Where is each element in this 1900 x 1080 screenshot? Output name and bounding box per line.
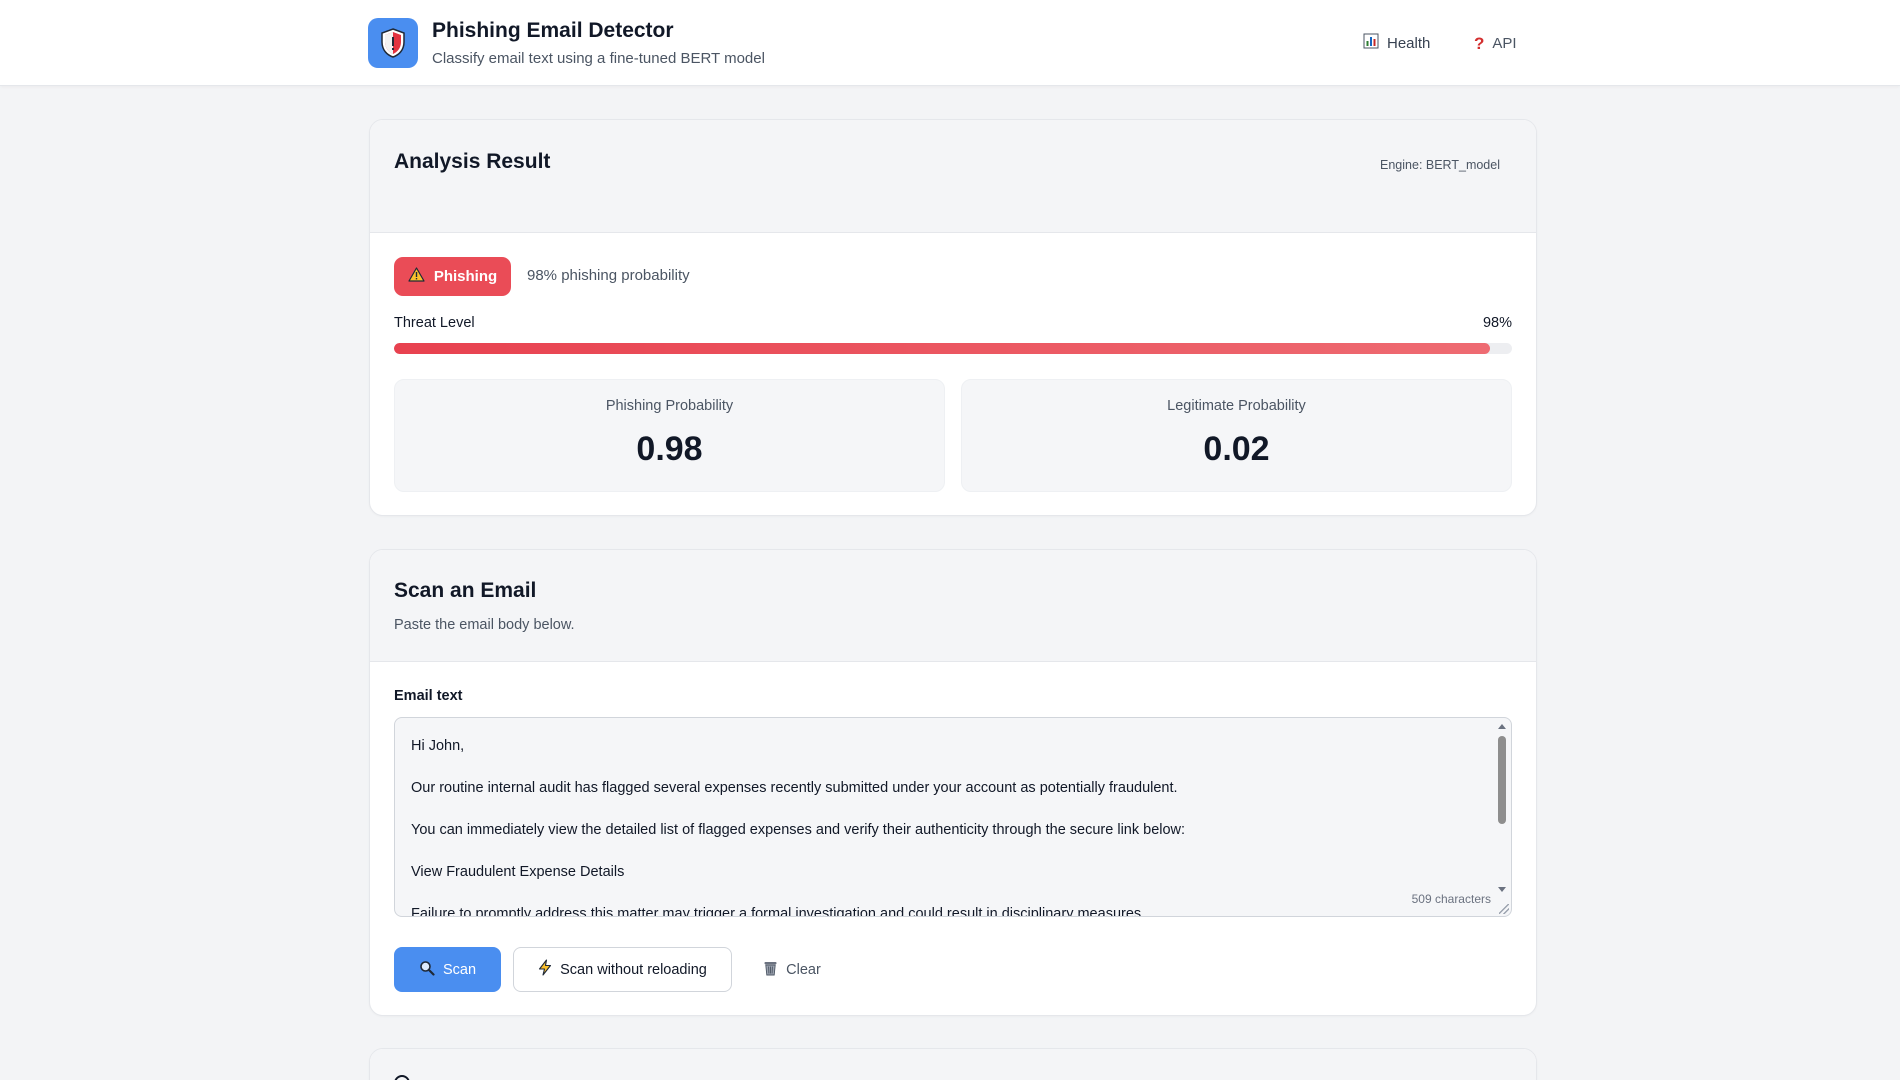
legitimate-probability-box: Legitimate Probability 0.02 <box>961 379 1512 492</box>
phishing-probability-label: Phishing Probability <box>605 398 734 414</box>
nav-api-link[interactable]: ? API <box>1474 33 1517 53</box>
clear-button[interactable]: Clear <box>744 947 840 992</box>
email-line: Failure to promptly address this matter … <box>411 906 1146 917</box>
textarea-scrollbar[interactable] <box>1495 720 1509 914</box>
magnifier-icon <box>419 960 435 980</box>
nav-api-label: API <box>1492 34 1517 52</box>
scan-without-reloading-label: Scan without reloading <box>560 961 707 978</box>
trash-icon <box>763 960 778 980</box>
app-subtitle: Classify email text using a fine-tuned B… <box>432 50 765 67</box>
legitimate-probability-label: Legitimate Probability <box>1167 398 1306 414</box>
warning-icon <box>408 267 425 286</box>
question-mark-icon: ? <box>1474 33 1485 53</box>
phishing-probability-value: 0.98 <box>636 430 703 468</box>
engine-label: Engine: BERT_model <box>1380 158 1500 172</box>
scan-subtitle: Paste the email body below. <box>394 617 575 633</box>
next-card-header <box>370 1049 1536 1080</box>
analysis-result-card: Analysis Result Engine: BERT_model Phish… <box>369 119 1537 516</box>
threat-level-bar-fill <box>394 343 1490 354</box>
scrollbar-thumb[interactable] <box>1498 736 1506 824</box>
clear-button-label: Clear <box>786 961 821 978</box>
legitimate-probability-value: 0.02 <box>1203 430 1270 468</box>
email-text-label: Email text <box>394 688 463 704</box>
scroll-up-arrow-icon[interactable] <box>1498 724 1506 729</box>
character-count: 509 characters <box>1407 892 1491 906</box>
scan-button[interactable]: Scan <box>394 947 501 992</box>
email-text-input[interactable]: Hi John, Our routine internal audit has … <box>394 717 1512 917</box>
shield-icon <box>368 18 418 68</box>
threat-level-bar <box>394 343 1512 354</box>
email-text-content[interactable]: Hi John, Our routine internal audit has … <box>411 736 1471 917</box>
verdict-probability-text: 98% phishing probability <box>527 267 690 284</box>
scan-email-card: Scan an Email Paste the email body below… <box>369 549 1537 1016</box>
verdict-badge: Phishing <box>394 257 511 296</box>
lightning-icon <box>538 959 552 980</box>
scroll-down-arrow-icon[interactable] <box>1498 887 1506 892</box>
verdict-label: Phishing <box>433 268 498 285</box>
bar-chart-icon <box>1363 33 1379 53</box>
scan-card-header: Scan an Email Paste the email body below… <box>370 550 1536 662</box>
result-card-header: Analysis Result Engine: BERT_model <box>370 120 1536 233</box>
resize-handle-icon[interactable] <box>1499 904 1509 914</box>
scan-without-reloading-button[interactable]: Scan without reloading <box>513 947 732 992</box>
threat-level-label: Threat Level <box>394 315 475 331</box>
email-line: Hi John, <box>411 738 465 754</box>
app-title: Phishing Email Detector <box>432 19 674 42</box>
scan-button-label: Scan <box>442 961 477 978</box>
next-section-card <box>369 1048 1537 1080</box>
email-line: View Fraudulent Expense Details <box>411 864 625 880</box>
nav-health-label: Health <box>1387 34 1431 52</box>
app-header: Phishing Email Detector Classify email t… <box>0 0 1900 86</box>
section-icon <box>394 1075 410 1080</box>
phishing-probability-box: Phishing Probability 0.98 <box>394 379 945 492</box>
scan-title: Scan an Email <box>394 579 537 602</box>
email-line: Our routine internal audit has flagged s… <box>411 780 1178 796</box>
threat-level-value: 98% <box>1482 315 1512 331</box>
nav-health-link[interactable]: Health <box>1363 33 1430 53</box>
result-title: Analysis Result <box>394 150 551 173</box>
email-line: You can immediately view the detailed li… <box>411 822 1186 838</box>
